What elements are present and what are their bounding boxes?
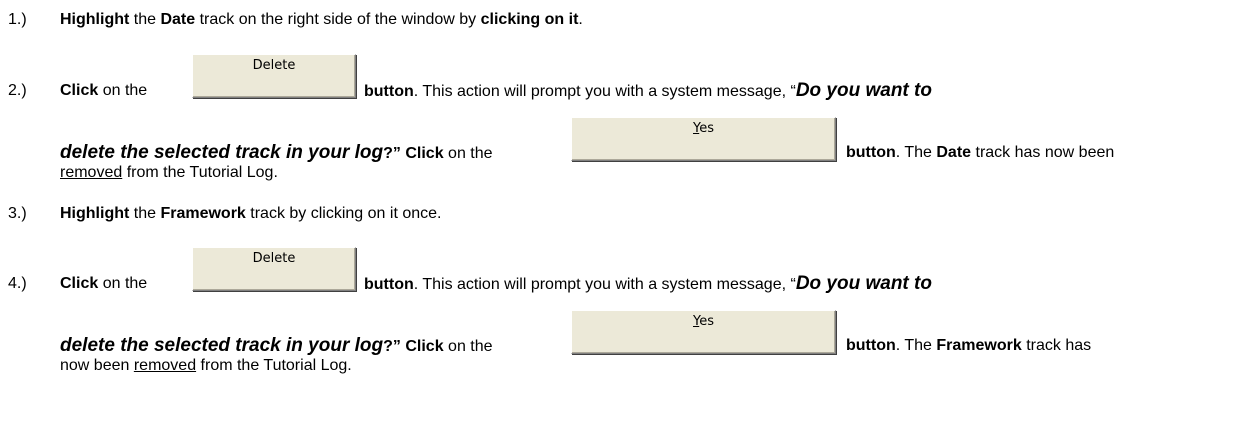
step-1-text: Highlight the Date track on the right si… [60, 11, 583, 28]
step-number: 1.) [8, 11, 27, 28]
step-3-text: Highlight the Framework track by clickin… [60, 205, 442, 222]
delete-button[interactable]: Delete [192, 247, 356, 291]
system-message: delete the selected track in your log [60, 335, 384, 356]
system-message: Do you want to [795, 80, 932, 101]
step-number: 2.) [8, 82, 27, 99]
delete-button[interactable]: Delete [192, 54, 356, 98]
yes-button[interactable]: Yes [571, 117, 836, 161]
step-number: 3.) [8, 205, 27, 222]
system-message: Do you want to [795, 273, 932, 294]
yes-button[interactable]: Yes [571, 310, 836, 354]
system-message: delete the selected track in your log [60, 142, 384, 163]
step-number: 4.) [8, 275, 27, 292]
